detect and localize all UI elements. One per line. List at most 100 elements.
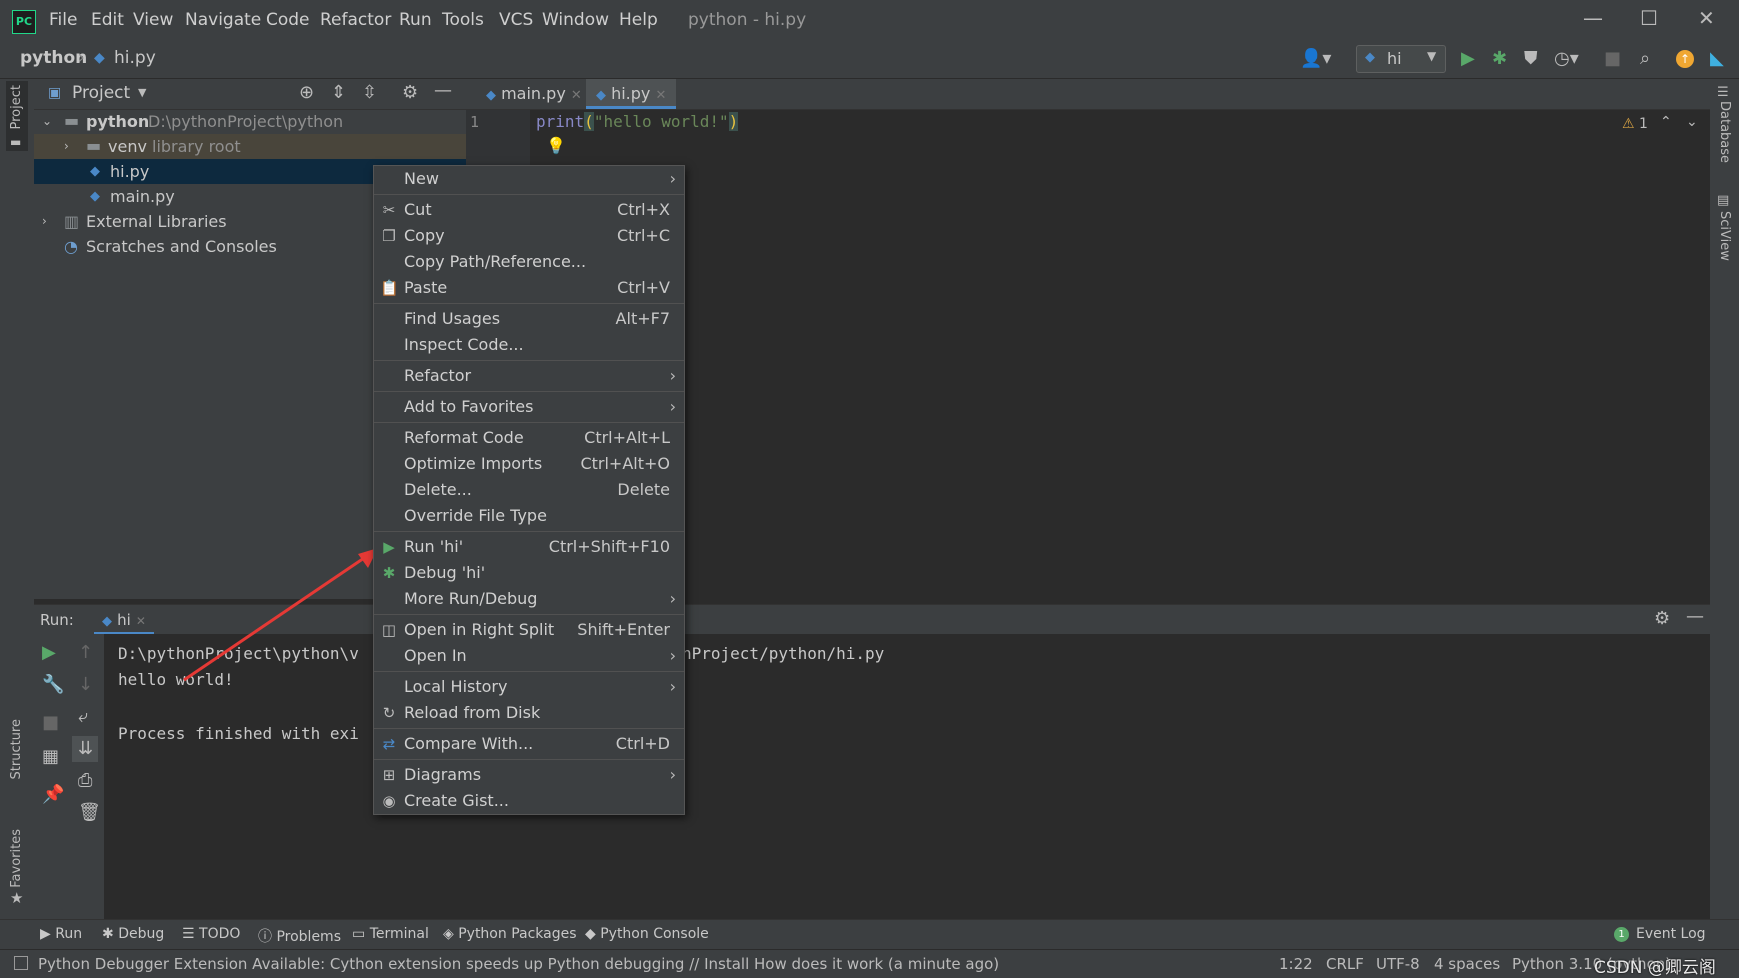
tool-tab-todo[interactable]: ☰ TODO [182, 926, 240, 942]
tool-tab-python-console[interactable]: ◆ Python Console [585, 926, 709, 942]
gear-icon[interactable]: ⚙ [402, 82, 418, 103]
print-icon[interactable]: ⎙ [78, 770, 92, 791]
plugin-icon[interactable]: ◣ [1710, 48, 1724, 69]
profile-icon[interactable]: ◷▾ [1554, 48, 1579, 69]
close-icon[interactable]: ✕ [1698, 6, 1715, 30]
context-menu-item-debug-hi[interactable]: ✱ Debug 'hi' [374, 560, 684, 586]
stop-icon[interactable]: ■ [42, 712, 59, 733]
menu-item-file[interactable]: File [49, 10, 77, 30]
tool-tab-debug[interactable]: ✱ Debug [102, 926, 164, 942]
caret-position[interactable]: 1:22 [1279, 955, 1313, 973]
close-tab-icon[interactable]: ✕ [571, 88, 582, 103]
rerun-icon[interactable]: ▶ [42, 642, 56, 663]
context-menu-item-run-hi[interactable]: ▶ Run 'hi' Ctrl+Shift+F10 [374, 534, 684, 560]
menu-item-refactor[interactable]: Refactor [320, 10, 391, 30]
context-menu-item-more-run-debug[interactable]: More Run/Debug › [374, 586, 684, 612]
file-encoding[interactable]: UTF-8 [1376, 955, 1420, 973]
context-menu-item-refactor[interactable]: Refactor › [374, 363, 684, 389]
next-highlight-icon[interactable]: ⌄ [1686, 114, 1698, 130]
context-menu-item-copy-path-reference[interactable]: Copy Path/Reference... [374, 249, 684, 275]
chevron-right-icon[interactable]: › [64, 134, 69, 159]
context-menu-item-new[interactable]: New › [374, 166, 684, 192]
context-menu-item-paste[interactable]: 📋 Paste Ctrl+V [374, 275, 684, 301]
menu-item-vcs[interactable]: VCS [499, 10, 533, 30]
menu-item-help[interactable]: Help [619, 10, 658, 30]
maximize-icon[interactable]: ☐ [1640, 6, 1658, 30]
run-config-selector[interactable]: ◆ hi ▼ [1356, 45, 1446, 73]
tool-tab-run[interactable]: ▶ Run [40, 926, 82, 942]
warning-indicator[interactable]: ⚠ 1 [1622, 116, 1648, 132]
soft-wrap-icon[interactable]: ⤶ [78, 706, 88, 727]
tool-tab-problems[interactable]: ⓘ Problems [258, 926, 341, 946]
trash-icon[interactable]: 🗑 [78, 802, 101, 823]
project-panel-title[interactable]: Project [72, 83, 130, 103]
run-icon[interactable]: ▶ [1461, 48, 1475, 69]
context-menu-item-reload-from-disk[interactable]: ↻ Reload from Disk [374, 700, 684, 726]
menu-item-code[interactable]: Code [266, 10, 310, 30]
context-menu-item-create-gist[interactable]: ◉ Create Gist... [374, 788, 684, 814]
context-menu-item-reformat-code[interactable]: Reformat Code Ctrl+Alt+L [374, 425, 684, 451]
context-menu-item-inspect-code[interactable]: Inspect Code... [374, 332, 684, 358]
expand-all-icon[interactable]: ⇕ [331, 82, 346, 103]
coverage-icon[interactable]: ⛊ [1524, 48, 1538, 69]
close-tab-icon[interactable]: ✕ [136, 614, 146, 628]
update-icon[interactable]: ↑ [1676, 50, 1694, 68]
hide-icon[interactable]: — [434, 80, 452, 101]
sciview-tool-label[interactable]: SciView [1717, 211, 1732, 261]
down-icon[interactable]: ↓ [78, 674, 93, 695]
context-menu-item-diagrams[interactable]: ⊞ Diagrams › [374, 762, 684, 788]
run-tab-hi[interactable]: ◆ hi ✕ [94, 605, 154, 635]
up-icon[interactable]: ↑ [78, 642, 93, 663]
context-menu-item-local-history[interactable]: Local History › [374, 674, 684, 700]
tab-hi-py[interactable]: ◆ hi.py ✕ [586, 79, 677, 109]
menu-item-navigate[interactable]: Navigate [185, 10, 261, 30]
menu-item-view[interactable]: View [133, 10, 173, 30]
context-menu-item-override-file-type[interactable]: Override File Type [374, 503, 684, 529]
stop-icon[interactable]: ■ [1604, 48, 1621, 69]
context-menu-item-optimize-imports[interactable]: Optimize Imports Ctrl+Alt+O [374, 451, 684, 477]
line-separator[interactable]: CRLF [1326, 955, 1364, 973]
context-menu-item-add-to-favorites[interactable]: Add to Favorites › [374, 394, 684, 420]
lightbulb-icon[interactable]: 💡 [546, 136, 566, 155]
context-menu-item-find-usages[interactable]: Find Usages Alt+F7 [374, 306, 684, 332]
status-message[interactable]: Python Debugger Extension Available: Cyt… [38, 955, 999, 973]
panel-toggle-icon[interactable] [14, 956, 28, 970]
menu-item-tools[interactable]: Tools [442, 10, 484, 30]
tree-item-python[interactable]: ⌄ ▬ python D:\pythonProject\python [34, 109, 466, 134]
search-icon[interactable]: ⌕ [1640, 48, 1650, 69]
menu-item-run[interactable]: Run [399, 10, 432, 30]
structure-tool-label[interactable]: Structure [9, 719, 24, 779]
indent-setting[interactable]: 4 spaces [1434, 955, 1500, 973]
context-menu-item-open-in-right-split[interactable]: ◫ Open in Right Split Shift+Enter [374, 617, 684, 643]
chevron-down-icon[interactable]: ▼ [138, 86, 146, 99]
gear-icon[interactable]: ⚙ [1654, 608, 1670, 629]
chevron-right-icon[interactable]: › [42, 209, 47, 234]
context-menu-item-compare-with[interactable]: ⇄ Compare With... Ctrl+D [374, 731, 684, 757]
previous-highlight-icon[interactable]: ⌃ [1660, 114, 1672, 130]
context-menu-item-cut[interactable]: ✂ Cut Ctrl+X [374, 197, 684, 223]
hide-icon[interactable]: — [1686, 606, 1704, 627]
code-line-1[interactable]: print("hello world!") [536, 112, 739, 131]
breadcrumb-file[interactable]: hi.py [114, 48, 156, 68]
tool-tab-python-packages[interactable]: ◈ Python Packages [443, 926, 577, 942]
debug-icon[interactable]: ✱ [1492, 48, 1507, 69]
tree-item-venv[interactable]: › ▬ venv library root [34, 134, 466, 159]
context-menu-item-open-in[interactable]: Open In › [374, 643, 684, 669]
tool-tab-terminal[interactable]: ▭ Terminal [352, 926, 429, 942]
wrench-icon[interactable]: 🔧 [42, 674, 64, 695]
tab-main-py[interactable]: ◆ main.py ✕ [476, 79, 592, 109]
layout-icon[interactable]: ▦ [42, 746, 59, 767]
context-menu-item-delete[interactable]: Delete... Delete [374, 477, 684, 503]
database-tool-label[interactable]: Database [1717, 101, 1732, 163]
close-tab-icon[interactable]: ✕ [655, 88, 666, 103]
user-icon[interactable]: 👤▾ [1300, 48, 1331, 69]
chevron-down-icon[interactable]: ⌄ [42, 109, 52, 134]
context-menu-item-copy[interactable]: ❐ Copy Ctrl+C [374, 223, 684, 249]
favorites-tool-label[interactable]: Favorites [9, 829, 24, 888]
minimize-icon[interactable]: — [1583, 6, 1603, 30]
locate-icon[interactable]: ⊕ [299, 82, 314, 103]
menu-item-edit[interactable]: Edit [91, 10, 124, 30]
pin-icon[interactable]: 📌 [42, 784, 64, 805]
collapse-all-icon[interactable]: ⇳ [362, 82, 377, 103]
event-log-tab[interactable]: Event Log [1636, 926, 1706, 942]
